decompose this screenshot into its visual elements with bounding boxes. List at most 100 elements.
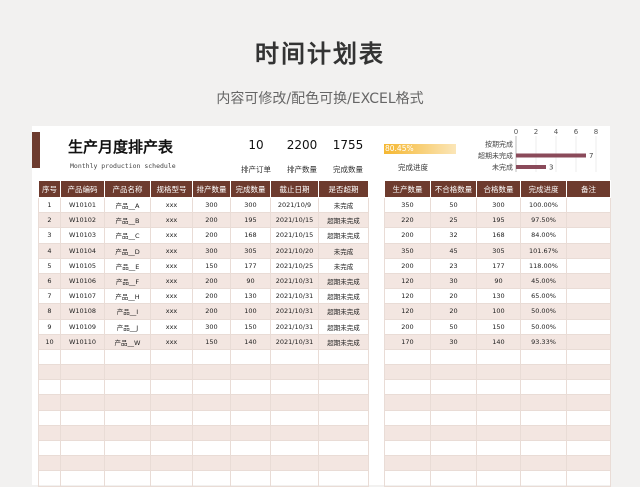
schedule-cell[interactable]: W10104 <box>60 242 105 259</box>
schedule-empty-cell[interactable] <box>150 379 193 396</box>
schedule-empty-cell[interactable] <box>230 364 271 381</box>
schedule-cell[interactable]: W10103 <box>60 227 105 244</box>
schedule-empty-cell[interactable] <box>318 409 369 426</box>
schedule-cell[interactable]: xxx <box>150 257 193 274</box>
schedule-empty-cell[interactable] <box>60 470 105 487</box>
quality-empty-cell[interactable] <box>566 348 611 366</box>
quality-empty-cell[interactable] <box>384 364 431 381</box>
quality-empty-cell[interactable] <box>520 455 567 472</box>
schedule-cell[interactable]: 未完成 <box>318 196 369 214</box>
schedule-cell[interactable]: 产品__D <box>104 242 151 259</box>
quality-empty-cell[interactable] <box>566 439 611 457</box>
schedule-cell[interactable]: 300 <box>192 242 231 259</box>
table-row[interactable]: 1 W10101 产品__A xxx 300 300 2021/10/9 未完成 <box>38 196 369 214</box>
schedule-cell[interactable]: 4 <box>38 242 61 259</box>
schedule-cell[interactable]: xxx <box>150 227 193 244</box>
schedule-cell[interactable]: 2021/10/31 <box>270 303 319 320</box>
schedule-empty-cell[interactable] <box>192 364 231 381</box>
schedule-empty-cell[interactable] <box>38 394 61 411</box>
schedule-empty-cell[interactable] <box>104 455 151 472</box>
quality-empty-cell[interactable] <box>520 379 567 396</box>
schedule-header-cell[interactable]: 序号 <box>38 180 61 198</box>
quality-cell[interactable]: 20 <box>430 288 477 305</box>
schedule-empty-cell[interactable] <box>318 424 369 442</box>
schedule-empty-cell[interactable] <box>60 424 105 442</box>
quality-cell[interactable] <box>566 288 611 305</box>
empty-table-row[interactable] <box>384 409 611 426</box>
schedule-empty-cell[interactable] <box>318 455 369 472</box>
table-row[interactable]: 220 25 195 97.50% <box>384 212 611 229</box>
schedule-cell[interactable]: 2021/10/31 <box>270 272 319 290</box>
empty-table-row[interactable] <box>38 455 369 472</box>
schedule-cell[interactable]: 3 <box>38 227 61 244</box>
quality-empty-cell[interactable] <box>476 470 521 487</box>
quality-cell[interactable]: 65.00% <box>520 288 567 305</box>
empty-table-row[interactable] <box>384 348 611 366</box>
schedule-cell[interactable]: W10102 <box>60 212 105 229</box>
schedule-empty-cell[interactable] <box>38 348 61 366</box>
quality-cell[interactable]: 101.67% <box>520 242 567 259</box>
quality-empty-cell[interactable] <box>476 455 521 472</box>
schedule-cell[interactable]: 产品__W <box>104 333 151 350</box>
quality-empty-cell[interactable] <box>430 348 477 366</box>
quality-header-cell[interactable]: 备注 <box>566 180 611 198</box>
schedule-cell[interactable]: 超期未完成 <box>318 288 369 305</box>
table-row[interactable]: 350 50 300 100.00% <box>384 196 611 214</box>
quality-cell[interactable]: 170 <box>384 333 431 350</box>
schedule-cell[interactable]: W10106 <box>60 272 105 290</box>
schedule-empty-cell[interactable] <box>104 379 151 396</box>
schedule-empty-cell[interactable] <box>150 455 193 472</box>
schedule-empty-cell[interactable] <box>270 364 319 381</box>
schedule-cell[interactable]: 5 <box>38 257 61 274</box>
schedule-cell[interactable]: W10108 <box>60 303 105 320</box>
quality-empty-cell[interactable] <box>520 394 567 411</box>
schedule-cell[interactable]: xxx <box>150 196 193 214</box>
quality-empty-cell[interactable] <box>384 409 431 426</box>
quality-cell[interactable]: 50.00% <box>520 318 567 335</box>
quality-cell[interactable]: 168 <box>476 227 521 244</box>
schedule-cell[interactable]: 超期未完成 <box>318 333 369 350</box>
schedule-cell[interactable]: 未完成 <box>318 242 369 259</box>
schedule-empty-cell[interactable] <box>192 470 231 487</box>
quality-cell[interactable]: 200 <box>384 227 431 244</box>
schedule-cell[interactable]: W10107 <box>60 288 105 305</box>
schedule-cell[interactable]: 177 <box>230 257 271 274</box>
schedule-cell[interactable]: 超期未完成 <box>318 212 369 229</box>
quality-cell[interactable]: 200 <box>384 257 431 274</box>
schedule-empty-cell[interactable] <box>192 455 231 472</box>
empty-table-row[interactable] <box>38 424 369 442</box>
schedule-cell[interactable]: 150 <box>192 333 231 350</box>
quality-cell[interactable] <box>566 242 611 259</box>
table-row[interactable]: 200 32 168 84.00% <box>384 227 611 244</box>
schedule-cell[interactable]: 9 <box>38 318 61 335</box>
quality-cell[interactable] <box>566 318 611 335</box>
schedule-cell[interactable]: xxx <box>150 303 193 320</box>
schedule-cell[interactable]: 超期未完成 <box>318 227 369 244</box>
quality-empty-cell[interactable] <box>430 409 477 426</box>
quality-empty-cell[interactable] <box>384 470 431 487</box>
quality-empty-cell[interactable] <box>476 409 521 426</box>
quality-cell[interactable]: 305 <box>476 242 521 259</box>
schedule-empty-cell[interactable] <box>270 409 319 426</box>
schedule-cell[interactable]: 产品__B <box>104 212 151 229</box>
schedule-cell[interactable]: 300 <box>192 196 231 214</box>
quality-cell[interactable]: 90 <box>476 272 521 290</box>
quality-empty-cell[interactable] <box>384 348 431 366</box>
schedule-cell[interactable]: 2 <box>38 212 61 229</box>
quality-cell[interactable] <box>566 227 611 244</box>
quality-header-cell[interactable]: 生产数量 <box>384 180 431 198</box>
schedule-empty-cell[interactable] <box>230 439 271 457</box>
quality-empty-cell[interactable] <box>520 439 567 457</box>
empty-table-row[interactable] <box>38 439 369 457</box>
schedule-cell[interactable]: 195 <box>230 212 271 229</box>
table-row[interactable]: 200 23 177 118.00% <box>384 257 611 274</box>
empty-table-row[interactable] <box>38 409 369 426</box>
schedule-cell[interactable]: 产品__E <box>104 257 151 274</box>
quality-cell[interactable]: 350 <box>384 242 431 259</box>
quality-empty-cell[interactable] <box>520 409 567 426</box>
schedule-empty-cell[interactable] <box>270 439 319 457</box>
table-row[interactable]: 4 W10104 产品__D xxx 300 305 2021/10/20 未完成 <box>38 242 369 259</box>
schedule-empty-cell[interactable] <box>150 424 193 442</box>
schedule-empty-cell[interactable] <box>38 470 61 487</box>
quality-cell[interactable]: 100 <box>476 303 521 320</box>
